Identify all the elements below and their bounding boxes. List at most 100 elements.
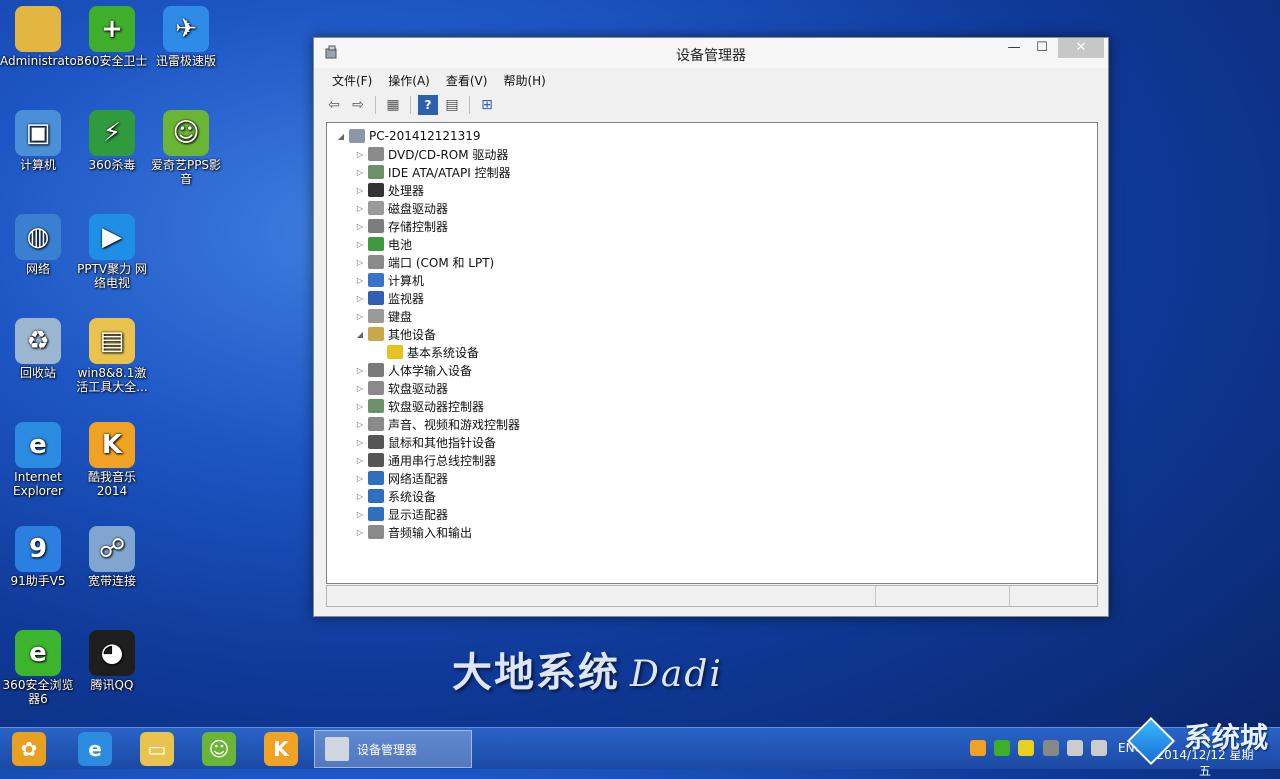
- tree-item[interactable]: ▷ DVD/CD-ROM 驱动器: [354, 145, 508, 163]
- 360-shield-tray-icon[interactable]: [994, 740, 1010, 756]
- tree-item[interactable]: ▷ 鼠标和其他指针设备: [354, 433, 496, 451]
- tree-item[interactable]: 基本系统设备: [373, 343, 479, 361]
- desktop-icon[interactable]: ▣ 计算机: [0, 110, 76, 172]
- scan-hardware-button[interactable]: ⊞: [477, 95, 497, 115]
- expand-arrow-icon[interactable]: ▷: [354, 384, 366, 393]
- tree-item[interactable]: ▷ 通用串行总线控制器: [354, 451, 496, 469]
- desktop-icon[interactable]: ☺ 爱奇艺PPS影音: [148, 110, 224, 186]
- expand-arrow-icon[interactable]: ▷: [354, 258, 366, 267]
- tree-item-label: 通用串行总线控制器: [388, 453, 497, 468]
- tree-item[interactable]: ▷ 显示适配器: [354, 505, 448, 523]
- expand-arrow-icon[interactable]: ▷: [354, 150, 366, 159]
- tree-item-label: DVD/CD-ROM 驱动器: [388, 147, 509, 162]
- tree-item[interactable]: ▷ 磁盘驱动器: [354, 199, 448, 217]
- properties-button[interactable]: ▦: [383, 95, 403, 115]
- tree-item[interactable]: ▷ 端口 (COM 和 LPT): [354, 253, 494, 271]
- expand-arrow-icon[interactable]: ▷: [354, 474, 366, 483]
- expand-arrow-icon[interactable]: ▷: [354, 204, 366, 213]
- title-bar[interactable]: 设备管理器 — ☐ ✕: [314, 38, 1108, 68]
- desktop-icon[interactable]: ▤ win8&8.1激活工具大全...: [74, 318, 150, 394]
- tree-item[interactable]: ▷ 声音、视频和游戏控制器: [354, 415, 520, 433]
- desktop-icon[interactable]: +360安全卫士: [74, 6, 150, 68]
- collapse-arrow-icon[interactable]: ◢: [335, 132, 347, 141]
- action-center-icon[interactable]: [1043, 740, 1059, 756]
- kuwo-tray-icon[interactable]: [970, 740, 986, 756]
- menu-view[interactable]: 查看(V): [438, 69, 496, 91]
- desktop-icon[interactable]: ◍ 网络: [0, 214, 76, 276]
- expand-arrow-icon[interactable]: ▷: [354, 456, 366, 465]
- watermark: 系统城: [1126, 716, 1278, 768]
- tree-item[interactable]: ▷ 音频输入和输出: [354, 523, 472, 541]
- desktop-icon[interactable]: ⚡ 360杀毒: [74, 110, 150, 172]
- status-divider: [1009, 586, 1010, 606]
- desktop-icon[interactable]: ☍ 宽带连接: [74, 526, 150, 588]
- expand-arrow-icon[interactable]: ▷: [354, 510, 366, 519]
- view-button[interactable]: ▤: [442, 95, 462, 115]
- expand-arrow-icon[interactable]: ▷: [354, 294, 366, 303]
- tree-item[interactable]: ▷ 网络适配器: [354, 469, 448, 487]
- internet-explorer-icon[interactable]: e: [78, 732, 112, 766]
- expand-arrow-icon[interactable]: ▷: [354, 222, 366, 231]
- iqiyi-icon[interactable]: ☺: [202, 732, 236, 766]
- back-button[interactable]: ⇦: [324, 95, 344, 115]
- menu-file[interactable]: 文件(F): [324, 69, 380, 91]
- tree-item[interactable]: ▷ 处理器: [354, 181, 424, 199]
- tree-item[interactable]: ▷ 人体学输入设备: [354, 361, 472, 379]
- expand-arrow-icon[interactable]: ▷: [354, 528, 366, 537]
- tree-item[interactable]: ▷ 电池: [354, 235, 412, 253]
- expand-arrow-icon[interactable]: ▷: [354, 420, 366, 429]
- volume-icon[interactable]: [1091, 740, 1107, 756]
- expand-arrow-icon[interactable]: ▷: [354, 312, 366, 321]
- tree-item[interactable]: ▷ IDE ATA/ATAPI 控制器: [354, 163, 511, 181]
- recycle-bin-icon: ♻: [15, 318, 61, 364]
- desktop-icon[interactable]: ♻ 回收站: [0, 318, 76, 380]
- desktop-icon[interactable]: e 360安全浏览器6: [0, 630, 76, 706]
- usb-icon: [368, 453, 384, 467]
- desktop-icon[interactable]: e Internet Explorer: [0, 422, 76, 498]
- desktop-icon[interactable]: 9 91助手V5: [0, 526, 76, 588]
- audio-io-icon: [368, 525, 384, 539]
- expand-arrow-icon[interactable]: ▷: [354, 276, 366, 285]
- tree-item[interactable]: ▷ 软盘驱动器控制器: [354, 397, 484, 415]
- tree-item-label: 电池: [388, 237, 413, 252]
- device-tree[interactable]: ◢ PC-201412121319 ▷ DVD/CD-ROM 驱动器 ▷ IDE AT…: [326, 122, 1098, 584]
- pptv-icon: ▶: [89, 214, 135, 260]
- expand-arrow-icon[interactable]: ▷: [354, 186, 366, 195]
- desktop-icon[interactable]: ▶ PPTV聚力 网络电视: [74, 214, 150, 290]
- tree-item[interactable]: ▷ 监视器: [354, 289, 424, 307]
- tree-item[interactable]: ▷ 键盘: [354, 307, 412, 325]
- expand-arrow-icon[interactable]: ▷: [354, 492, 366, 501]
- help-button[interactable]: ?: [418, 95, 438, 115]
- 360-safe-tray-icon[interactable]: [1018, 740, 1034, 756]
- expand-arrow-icon[interactable]: ▷: [354, 240, 366, 249]
- desktop-icon[interactable]: ✈ 迅雷极速版: [148, 6, 224, 68]
- expand-arrow-icon[interactable]: ▷: [354, 168, 366, 177]
- kuwo-music-icon[interactable]: K: [264, 732, 298, 766]
- start-orb-icon[interactable]: ✿: [12, 732, 46, 766]
- expand-arrow-icon[interactable]: ▷: [354, 438, 366, 447]
- collapse-arrow-icon[interactable]: ◢: [354, 330, 366, 339]
- minimize-button[interactable]: —: [1000, 38, 1028, 58]
- close-button[interactable]: ✕: [1058, 38, 1104, 58]
- menu-action[interactable]: 操作(A): [380, 69, 438, 91]
- maximize-button[interactable]: ☐: [1028, 38, 1056, 58]
- mouse-icon: [368, 435, 384, 449]
- watermark-diamond-icon: [1126, 716, 1176, 766]
- network-tray-icon[interactable]: [1067, 740, 1083, 756]
- desktop-icon[interactable]: Administrator: [0, 6, 82, 68]
- toolbar-separator: [469, 96, 470, 114]
- forward-button[interactable]: ⇨: [348, 95, 368, 115]
- tree-item[interactable]: ▷ 存储控制器: [354, 217, 448, 235]
- tree-item[interactable]: ▷ 软盘驱动器: [354, 379, 448, 397]
- expand-arrow-icon[interactable]: ▷: [354, 366, 366, 375]
- tree-item[interactable]: ▷ 系统设备: [354, 487, 436, 505]
- tree-item[interactable]: ▷ 计算机: [354, 271, 424, 289]
- expand-arrow-icon[interactable]: ▷: [354, 402, 366, 411]
- tree-item[interactable]: ◢ 其他设备: [354, 325, 436, 343]
- desktop-icon[interactable]: ◕ 腾讯QQ: [74, 630, 150, 692]
- taskbar-device-manager[interactable]: 设备管理器: [314, 730, 472, 768]
- desktop-icon[interactable]: K 酷我音乐2014: [74, 422, 150, 498]
- tree-root[interactable]: ◢ PC-201412121319: [335, 127, 481, 145]
- file-explorer-icon[interactable]: ▭: [140, 732, 174, 766]
- menu-help[interactable]: 帮助(H): [495, 69, 553, 91]
